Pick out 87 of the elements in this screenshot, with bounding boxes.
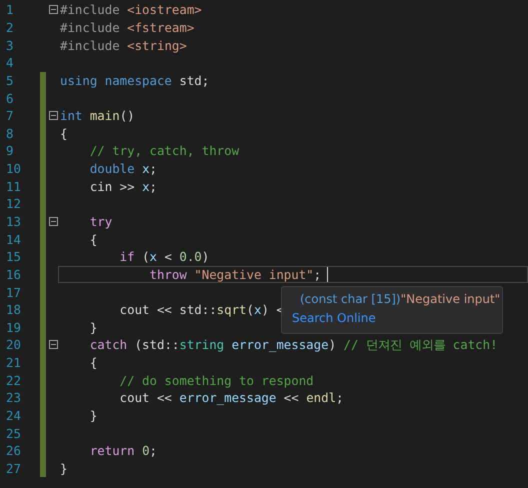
- code-token: }: [88, 320, 98, 335]
- code-token: x: [142, 161, 150, 176]
- code-token: ;: [150, 443, 157, 458]
- code-token: sqrt: [216, 302, 246, 318]
- line-number: 1: [5, 2, 14, 18]
- line-number: 11: [5, 178, 22, 194]
- line-number: 22: [5, 372, 22, 388]
- line-number: 6: [5, 90, 14, 106]
- line-number: 26: [5, 443, 22, 458]
- code-token: <<: [282, 390, 300, 406]
- line-number: 20: [5, 337, 22, 352]
- code-token: cout << std::: [118, 302, 217, 318]
- line-number: 18: [5, 302, 22, 318]
- code-token: cin >>: [88, 178, 136, 194]
- collapse-icon[interactable]: [48, 5, 58, 14]
- code-token: (): [120, 108, 135, 124]
- code-token: try: [88, 214, 112, 229]
- code-token: x: [142, 178, 150, 194]
- line-number: 14: [5, 232, 22, 247]
- code-token: throw: [148, 266, 188, 282]
- code-token: "Negative input": [194, 266, 314, 282]
- line-number: 12: [5, 196, 22, 212]
- line-number: 9: [5, 143, 14, 158]
- code-token: }: [60, 460, 68, 476]
- line-number: 15: [5, 249, 22, 264]
- line-number: 7: [5, 108, 14, 124]
- code-token: <string>: [127, 38, 187, 53]
- code-token: {: [88, 355, 98, 370]
- line-number: 27: [5, 460, 22, 476]
- code-token: // 던져진 예외를 catch!: [343, 336, 498, 354]
- code-token: {: [88, 232, 98, 247]
- code-token: 0.0: [179, 249, 202, 264]
- code-token: catch: [88, 337, 128, 352]
- code-token: <: [163, 249, 173, 264]
- line-number: 17: [5, 284, 22, 300]
- line-number: 4: [5, 55, 14, 70]
- line-number: 2: [5, 20, 14, 35]
- line-number: 25: [5, 426, 22, 441]
- code-token: #include: [60, 20, 121, 35]
- code-token: (std::: [134, 337, 180, 352]
- code-token: // try, catch, throw: [88, 143, 240, 158]
- code-token: ): [328, 337, 338, 352]
- collapse-icon[interactable]: [48, 217, 58, 226]
- line-number: 3: [5, 38, 14, 53]
- code-token: ;: [150, 178, 157, 194]
- code-token: ): [202, 249, 210, 264]
- line-number: 23: [5, 390, 22, 406]
- code-token: if: [118, 249, 135, 264]
- code-token: x: [254, 302, 262, 318]
- line-number: 5: [5, 72, 14, 88]
- line-number: 19: [5, 320, 22, 335]
- code-token: using namespace: [60, 72, 173, 88]
- code-token: {: [60, 126, 68, 141]
- collapse-icon[interactable]: [48, 340, 58, 350]
- tooltip-text: (const char [15])"Negative input": [300, 292, 500, 306]
- code-token: error_message: [179, 390, 276, 406]
- code-token: 0: [142, 443, 150, 458]
- text-cursor: [327, 266, 328, 282]
- code-token: ;: [336, 390, 344, 406]
- line-number: 21: [5, 355, 22, 370]
- code-token: <fstream>: [127, 20, 194, 35]
- code-token: string: [179, 337, 224, 352]
- line-number: 10: [5, 161, 22, 176]
- code-token: (: [141, 249, 150, 264]
- code-token: #include: [60, 38, 121, 53]
- code-token: ;: [314, 266, 322, 282]
- code-token: #include: [60, 2, 121, 18]
- code-token: main: [90, 108, 120, 124]
- code-token: double: [88, 161, 136, 176]
- code-token: error_message: [230, 337, 329, 352]
- line-number: 16: [5, 266, 22, 282]
- line-number: 8: [5, 126, 14, 141]
- code-token: std;: [179, 72, 210, 88]
- code-token: ;: [150, 161, 157, 176]
- code-token: }: [88, 408, 98, 424]
- code-token: endl: [306, 390, 336, 406]
- code-token: x: [150, 249, 157, 264]
- code-token: <iostream>: [127, 2, 202, 18]
- code-token: return: [88, 443, 136, 458]
- line-number: 13: [5, 214, 22, 229]
- search-online-link[interactable]: Search Online: [292, 311, 492, 325]
- code-token: (: [246, 302, 254, 318]
- collapse-icon[interactable]: [48, 111, 58, 120]
- code-token: cout <<: [118, 390, 173, 406]
- code-token: // do something to respond: [118, 372, 314, 388]
- line-number: 24: [5, 408, 22, 424]
- code-token: int: [60, 108, 84, 124]
